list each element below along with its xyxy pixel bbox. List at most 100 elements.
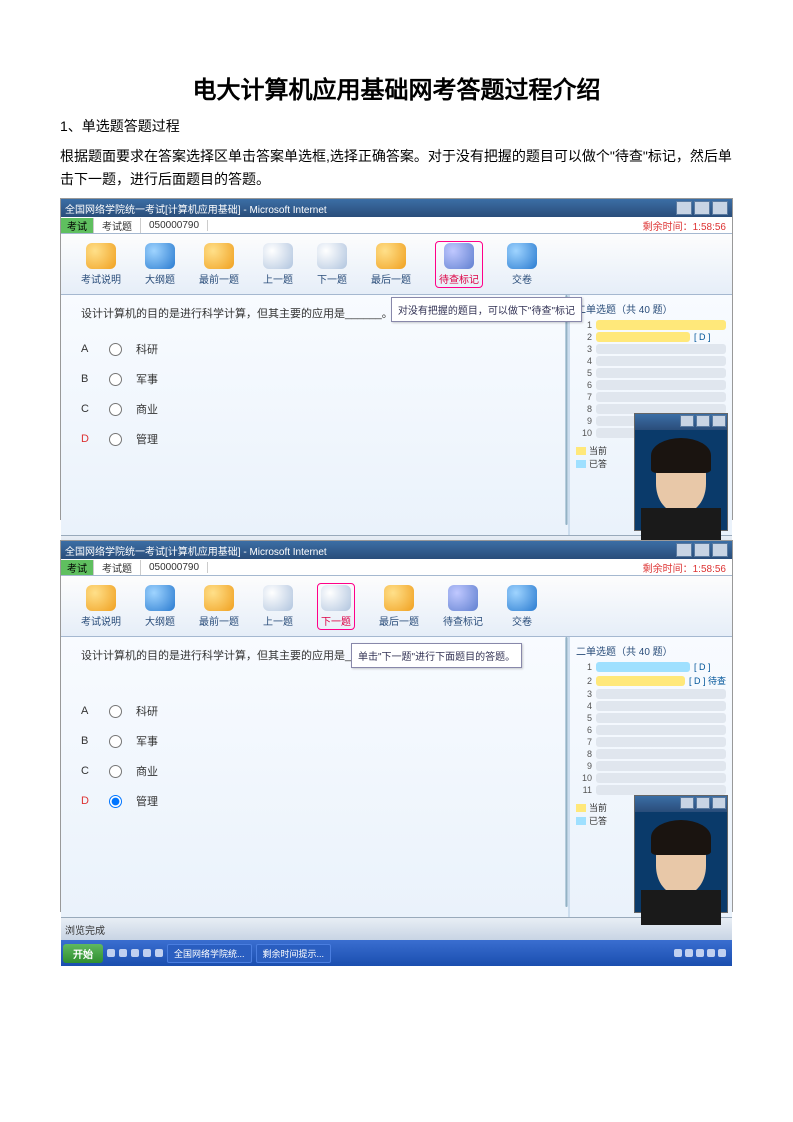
cam-controls[interactable] (635, 414, 727, 430)
cam-controls[interactable] (635, 796, 727, 812)
option-b[interactable]: B军事 (81, 371, 545, 387)
q-row[interactable]: 5 (576, 713, 726, 723)
tb-first[interactable]: 最前一题 (199, 585, 239, 628)
q-row[interactable]: 3 (576, 689, 726, 699)
q-row[interactable]: 7 (576, 737, 726, 747)
option-a[interactable]: A科研 (81, 341, 545, 357)
last-icon (384, 585, 414, 611)
q-row[interactable]: 7 (576, 392, 726, 402)
mark-icon (444, 243, 474, 269)
option-a[interactable]: A科研 (81, 703, 545, 719)
status-label: 考试 (61, 560, 94, 575)
status-bar: 浏览完成 (61, 917, 732, 940)
q-row[interactable]: 10 (576, 773, 726, 783)
camera-overlay (634, 413, 728, 531)
radio-d[interactable] (109, 795, 122, 808)
option-d[interactable]: D管理 (81, 793, 545, 809)
last-icon (376, 243, 406, 269)
tb-mark[interactable]: 待查标记 (443, 585, 483, 628)
q-row[interactable]: 4 (576, 701, 726, 711)
option-c[interactable]: C商业 (81, 763, 545, 779)
camera-overlay (634, 795, 728, 913)
info-icon (86, 585, 116, 611)
camera-photo (635, 812, 727, 912)
ql-icon[interactable] (119, 949, 127, 957)
option-d[interactable]: D管理 (81, 431, 545, 447)
screenshot-2: 全国网络学院统一考试[计算机应用基础] - Microsoft Internet… (60, 540, 733, 912)
info-band: 考试 考试题 050000790 剩余时间：1:58:56 (61, 217, 732, 234)
ql-icon[interactable] (107, 949, 115, 957)
tb-last[interactable]: 最后一题 (379, 585, 419, 628)
screenshot-1: 全国网络学院统一考试[计算机应用基础] - Microsoft Internet… (60, 198, 733, 520)
camera-photo (635, 430, 727, 530)
exam-name: 考试题 (94, 560, 141, 575)
nav-title: 二单选题（共 40 题） (576, 643, 726, 658)
radio-b[interactable] (109, 735, 122, 748)
submit-icon (507, 585, 537, 611)
section-heading: 1、单选题答题过程 (60, 115, 733, 137)
toolbar: 考试说明 大纲题 最前一题 上一题 下一题 最后一题 待查标记 交卷 (61, 234, 732, 295)
prev-icon (263, 243, 293, 269)
q-row[interactable]: 6 (576, 380, 726, 390)
page-title: 电大计算机应用基础网考答题过程介绍 (60, 70, 733, 105)
next-icon (321, 585, 351, 611)
timer: 剩余时间：1:58:56 (637, 560, 732, 575)
tb-info[interactable]: 考试说明 (81, 585, 121, 628)
radio-d[interactable] (109, 433, 122, 446)
tb-prev[interactable]: 上一题 (263, 585, 293, 628)
info-band: 考试 考试题 050000790 剩余时间：1:58:56 (61, 559, 732, 576)
q-row[interactable]: 3 (576, 344, 726, 354)
first-icon (204, 585, 234, 611)
option-c[interactable]: C商业 (81, 401, 545, 417)
intro-text: 根据题面要求在答案选择区单击答案单选框,选择正确答案。对于没有把握的题目可以做个… (60, 145, 733, 190)
tb-outline[interactable]: 大纲题 (145, 243, 175, 286)
ql-icon[interactable] (155, 949, 163, 957)
tb-first[interactable]: 最前一题 (199, 243, 239, 286)
window-titlebar: 全国网络学院统一考试[计算机应用基础] - Microsoft Internet (61, 199, 732, 217)
radio-a[interactable] (109, 705, 122, 718)
q-row[interactable]: 9 (576, 761, 726, 771)
window-titlebar: 全国网络学院统一考试[计算机应用基础] - Microsoft Internet (61, 541, 732, 559)
toolbar: 考试说明 大纲题 最前一题 上一题 下一题 最后一题 待查标记 交卷 (61, 576, 732, 637)
option-b[interactable]: B军事 (81, 733, 545, 749)
radio-c[interactable] (109, 403, 122, 416)
q-row[interactable]: 1[ D ] (576, 662, 726, 672)
tooltip-next: 单击"下一题"进行下面题目的答题。 (351, 643, 522, 668)
tb-next[interactable]: 下一题 (317, 583, 355, 630)
q-row[interactable]: 2[ D ] (576, 332, 726, 342)
tb-submit[interactable]: 交卷 (507, 585, 537, 628)
mark-icon (448, 585, 478, 611)
tb-submit[interactable]: 交卷 (507, 243, 537, 286)
q-row[interactable]: 11 (576, 785, 726, 795)
tb-prev[interactable]: 上一题 (263, 243, 293, 286)
radio-b[interactable] (109, 373, 122, 386)
window-title: 全国网络学院统一考试[计算机应用基础] - Microsoft Internet (65, 543, 327, 558)
q-row[interactable]: 2[ D ] 待查 (576, 674, 726, 687)
window-title: 全国网络学院统一考试[计算机应用基础] - Microsoft Internet (65, 201, 327, 216)
status-label: 考试 (61, 218, 94, 233)
q-row[interactable]: 5 (576, 368, 726, 378)
tb-last[interactable]: 最后一题 (371, 243, 411, 286)
tb-outline[interactable]: 大纲题 (145, 585, 175, 628)
taskbar-item[interactable]: 剩余时间提示... (256, 944, 332, 963)
radio-c[interactable] (109, 765, 122, 778)
q-row[interactable]: 1 (576, 320, 726, 330)
q-row[interactable]: 8 (576, 749, 726, 759)
tb-mark[interactable]: 待查标记 (435, 241, 483, 288)
q-row[interactable]: 6 (576, 725, 726, 735)
tb-info[interactable]: 考试说明 (81, 243, 121, 286)
window-controls[interactable] (676, 201, 728, 215)
question-area: 设计计算机的目的是进行科学计算，但其主要的应用是______。 A科研 B军事 … (61, 295, 565, 535)
radio-a[interactable] (109, 343, 122, 356)
exam-name: 考试题 (94, 218, 141, 233)
ql-icon[interactable] (143, 949, 151, 957)
system-tray[interactable] (670, 949, 730, 957)
ql-icon[interactable] (131, 949, 139, 957)
window-controls[interactable] (676, 543, 728, 557)
tooltip-mark: 对没有把握的题目，可以做下"待查"标记 (391, 297, 582, 322)
outline-icon (145, 585, 175, 611)
tb-next[interactable]: 下一题 (317, 243, 347, 286)
start-button[interactable]: 开始 (63, 944, 103, 963)
taskbar-item[interactable]: 全国网络学院统... (167, 944, 252, 963)
q-row[interactable]: 4 (576, 356, 726, 366)
